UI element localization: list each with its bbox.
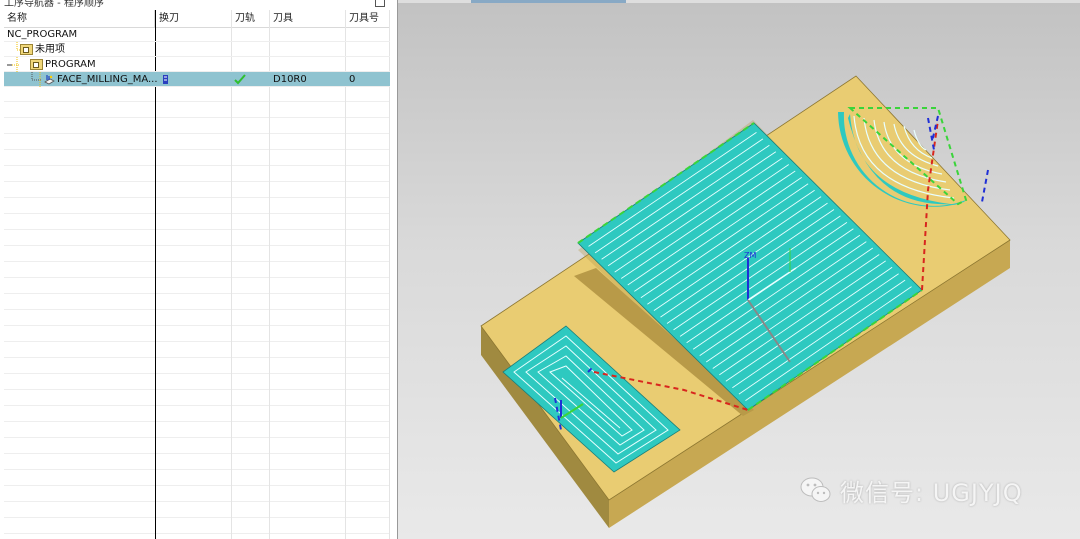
tree-connector-icon <box>31 72 42 87</box>
empty-row <box>4 263 390 278</box>
tree-root-label: NC_PROGRAM <box>7 29 78 40</box>
empty-row <box>4 407 390 422</box>
empty-row <box>4 279 390 294</box>
tree-unused-label: 未用项 <box>35 44 65 55</box>
folder-icon <box>30 58 43 70</box>
empty-row <box>4 151 390 166</box>
part-model[interactable]: ZM <box>398 0 1080 539</box>
empty-row <box>4 87 390 102</box>
navigator-title-bar: 工序导航器 - 程序顺序 <box>0 0 392 9</box>
folder-icon <box>20 43 33 55</box>
empty-row <box>4 231 390 246</box>
empty-row <box>4 391 390 406</box>
tool-change-icon <box>163 75 168 84</box>
operation-tool: D10R0 <box>273 74 307 85</box>
column-divider <box>345 10 346 539</box>
empty-row <box>4 215 390 230</box>
check-icon <box>234 74 246 85</box>
pin-icon[interactable] <box>375 0 385 7</box>
empty-row <box>4 103 390 118</box>
empty-row <box>4 455 390 470</box>
wechat-watermark: 微信号: UGJYJQ <box>800 474 1023 507</box>
empty-row <box>4 247 390 262</box>
empty-row <box>4 167 390 182</box>
tree-row-unused[interactable]: 未用项 <box>4 42 390 57</box>
column-divider <box>389 10 390 539</box>
empty-row <box>4 487 390 502</box>
empty-row <box>4 199 390 214</box>
empty-row <box>4 375 390 390</box>
column-name[interactable]: 名称 <box>4 10 155 27</box>
empty-row <box>4 503 390 518</box>
column-divider <box>269 10 270 539</box>
empty-row <box>4 359 390 374</box>
empty-row <box>4 471 390 486</box>
face-milling-icon <box>44 74 55 84</box>
column-divider <box>231 10 232 539</box>
empty-row <box>4 119 390 134</box>
empty-row <box>4 423 390 438</box>
operation-navigator: 工序导航器 - 程序顺序 名称 换刀 刀轨 刀具 刀具号 NC_PROGRAM … <box>0 0 392 539</box>
column-header: 名称 换刀 刀轨 刀具 刀具号 <box>4 10 390 28</box>
navigator-title: 工序导航器 - 程序顺序 <box>4 0 104 9</box>
empty-row <box>4 519 390 534</box>
column-tool[interactable]: 刀具 <box>270 10 346 27</box>
empty-row <box>4 135 390 150</box>
operation-tool-number: 0 <box>349 74 356 85</box>
empty-row <box>4 439 390 454</box>
empty-row <box>4 183 390 198</box>
empty-row <box>4 327 390 342</box>
operation-name: FACE_MILLING_MA... <box>57 74 158 85</box>
column-tool-number[interactable]: 刀具号 <box>346 10 390 27</box>
collapse-icon[interactable] <box>6 57 26 72</box>
tree-program-label: PROGRAM <box>45 59 96 70</box>
graphics-viewport[interactable]: ZM 微信号: UGJYJQ <box>397 0 1080 539</box>
empty-row <box>4 295 390 310</box>
column-tool-change[interactable]: 换刀 <box>156 10 232 27</box>
svg-text:ZM: ZM <box>744 251 756 260</box>
empty-row <box>4 343 390 358</box>
column-divider <box>155 10 156 539</box>
tree-row-program[interactable]: PROGRAM <box>4 57 390 72</box>
tree-row-root[interactable]: NC_PROGRAM <box>4 27 390 42</box>
empty-row <box>4 311 390 326</box>
watermark-text: 微信号: UGJYJQ <box>840 478 1023 507</box>
column-toolpath[interactable]: 刀轨 <box>232 10 270 27</box>
tree-row-operation[interactable]: FACE_MILLING_MA... D10R0 0 <box>4 72 390 87</box>
wechat-logo-icon <box>800 477 831 502</box>
